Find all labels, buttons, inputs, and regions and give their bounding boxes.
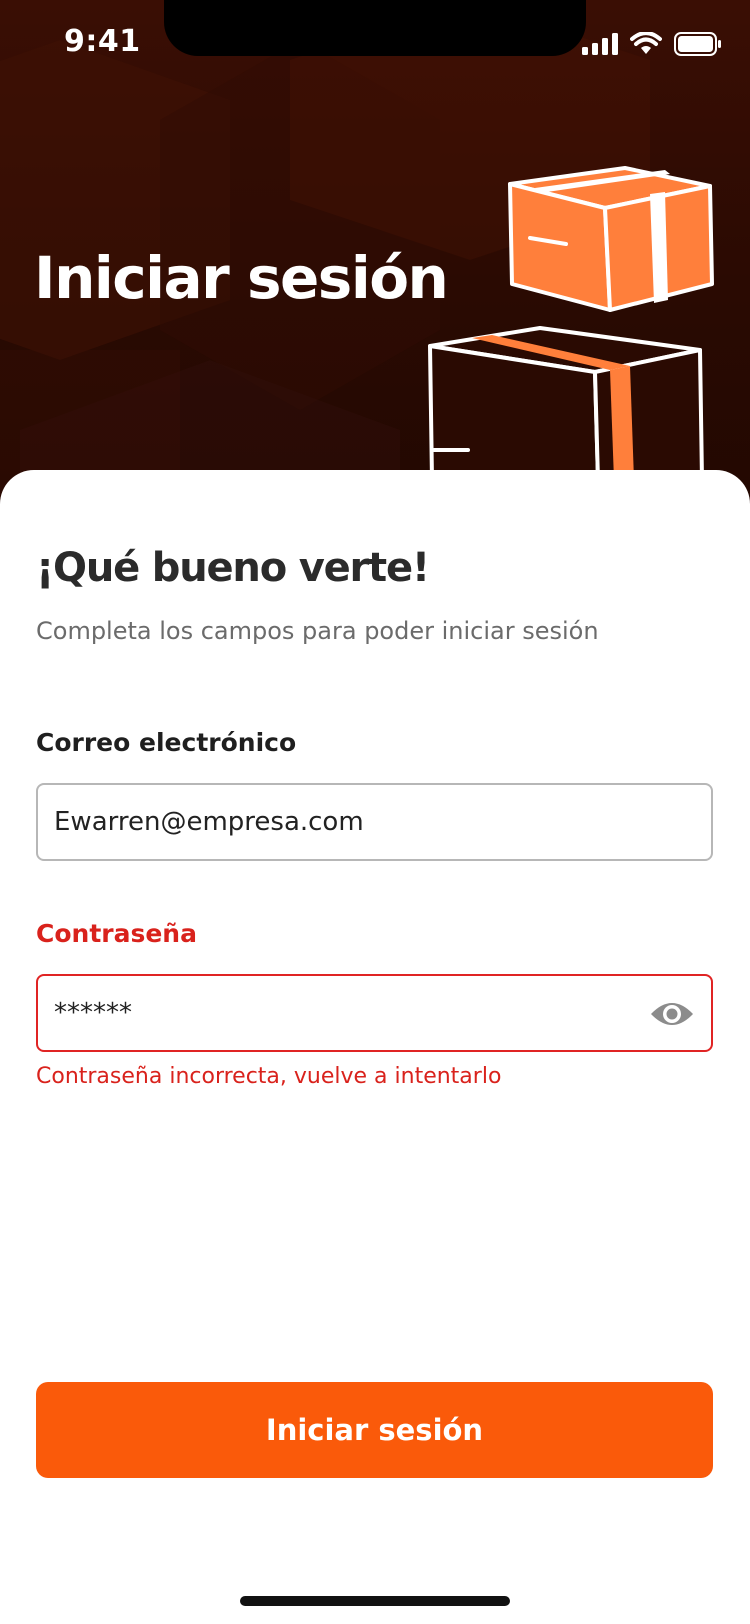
home-indicator: [240, 1596, 510, 1606]
password-value: ******: [54, 998, 132, 1028]
hero-title: Iniciar sesión: [34, 244, 449, 312]
greeting-heading: ¡Qué bueno verte!: [36, 545, 430, 591]
battery-icon: [674, 32, 721, 56]
cellular-signal-icon: [582, 33, 618, 55]
hero-header: 9:41 Iniciar sesión: [0, 0, 750, 520]
status-icons: [582, 32, 722, 56]
login-button[interactable]: Iniciar sesión: [36, 1382, 713, 1478]
greeting-subtitle: Completa los campos para poder iniciar s…: [36, 617, 599, 645]
password-label: Contraseña: [36, 919, 197, 948]
status-time: 9:41: [64, 24, 141, 59]
eye-icon[interactable]: [649, 998, 695, 1030]
password-error-message: Contraseña incorrecta, vuelve a intentar…: [36, 1064, 502, 1089]
email-value: Ewarren@empresa.com: [54, 807, 364, 837]
wifi-icon: [630, 32, 662, 54]
email-label: Correo electrónico: [36, 728, 297, 757]
package-boxes-illustration: [428, 166, 714, 480]
password-field[interactable]: ******: [36, 974, 713, 1052]
device-notch: [164, 0, 586, 56]
email-field[interactable]: Ewarren@empresa.com: [36, 783, 713, 861]
